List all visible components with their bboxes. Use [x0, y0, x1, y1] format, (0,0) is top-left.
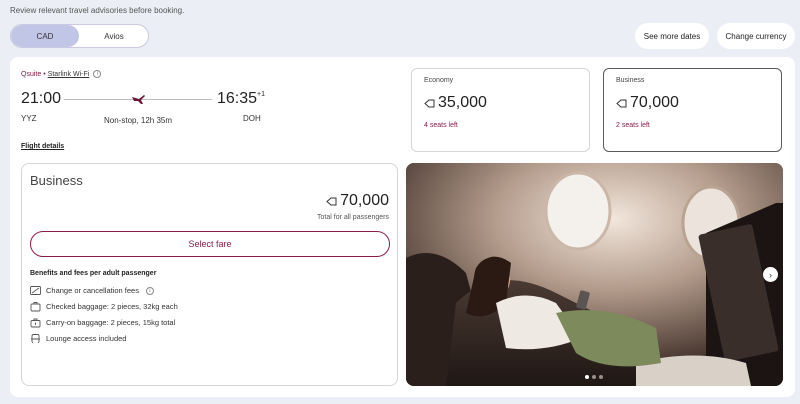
fare-price: 70,000 — [616, 94, 679, 112]
fare-detail-card: Business 70,000 Total for all passengers… — [21, 163, 398, 386]
departure-code: YYZ — [21, 114, 37, 123]
carousel-dot[interactable] — [599, 375, 603, 379]
flight-duration: Non-stop, 12h 35m — [104, 116, 173, 125]
benefit-text: Lounge access included — [46, 334, 127, 343]
qsuite-label: Qsuite — [21, 70, 42, 78]
departure-time: 21:00 — [21, 90, 62, 107]
fare-price-value: 35,000 — [438, 94, 487, 111]
separator-dot: • — [43, 70, 46, 78]
fare-price: 35,000 — [424, 94, 487, 112]
carousel-dot[interactable] — [585, 375, 589, 379]
cabin-features: Qsuite • Starlink Wi-Fi i — [21, 70, 102, 78]
total-label: Total for all passengers — [317, 214, 389, 221]
arrival-time: 16:35+1 — [217, 90, 265, 108]
fare-card-economy[interactable]: Economy 35,000 4 seats left — [411, 68, 590, 152]
benefit-text: Checked baggage: 2 pieces, 32kg each — [46, 302, 178, 311]
carousel-dot[interactable] — [592, 375, 596, 379]
change-currency-button[interactable]: Change currency — [717, 23, 795, 49]
cad-option[interactable]: CAD — [11, 25, 79, 47]
carousel-next-button[interactable]: › — [763, 267, 778, 282]
currency-toggle[interactable]: CAD Avios — [10, 24, 149, 48]
benefit-item: Checked baggage: 2 pieces, 32kg each — [30, 301, 178, 312]
fare-price-value: 70,000 — [630, 94, 679, 111]
carousel-dots — [585, 375, 603, 379]
cabin-photo — [406, 163, 783, 386]
benefit-item: Lounge access included — [30, 333, 126, 344]
arrival-code: DOH — [243, 114, 261, 123]
detail-title: Business — [30, 173, 83, 188]
benefit-item: Change or cancellation fees i — [30, 285, 154, 296]
seats-left: 4 seats left — [424, 122, 458, 129]
avios-icon — [326, 197, 337, 205]
lounge-icon — [31, 334, 40, 343]
arrival-time-value: 16:35 — [217, 90, 258, 107]
seats-left: 2 seats left — [616, 122, 650, 129]
airline-logo-icon — [132, 95, 145, 104]
cabin-photo-image — [406, 163, 783, 386]
see-more-dates-button[interactable]: See more dates — [635, 23, 709, 49]
info-icon[interactable]: i — [145, 286, 154, 295]
flight-details-link[interactable]: Flight details — [21, 143, 64, 150]
avios-icon — [616, 99, 627, 107]
change-fees-icon — [30, 286, 41, 295]
avios-icon — [424, 99, 435, 107]
benefit-text: Carry-on baggage: 2 pieces, 15kg total — [46, 318, 176, 327]
advisory-text: Review relevant travel advisories before… — [10, 6, 185, 15]
detail-price: 70,000 — [326, 192, 389, 210]
benefit-text: Change or cancellation fees — [46, 286, 139, 295]
fare-card-business[interactable]: Business 70,000 2 seats left — [603, 68, 782, 152]
fare-cabin-label: Economy — [424, 77, 454, 84]
detail-price-value: 70,000 — [340, 192, 389, 209]
benefits-title: Benefits and fees per adult passenger — [30, 270, 157, 277]
wifi-link[interactable]: Starlink Wi-Fi — [48, 71, 90, 78]
avios-option[interactable]: Avios — [79, 25, 148, 47]
day-offset: +1 — [257, 91, 266, 98]
select-fare-button[interactable]: Select fare — [30, 231, 390, 257]
fare-cabin-label: Business — [616, 77, 645, 84]
benefit-item: Carry-on baggage: 2 pieces, 15kg total — [30, 317, 175, 328]
checked-baggage-icon — [30, 302, 41, 312]
carry-on-icon — [30, 318, 41, 328]
info-icon[interactable]: i — [93, 70, 102, 78]
